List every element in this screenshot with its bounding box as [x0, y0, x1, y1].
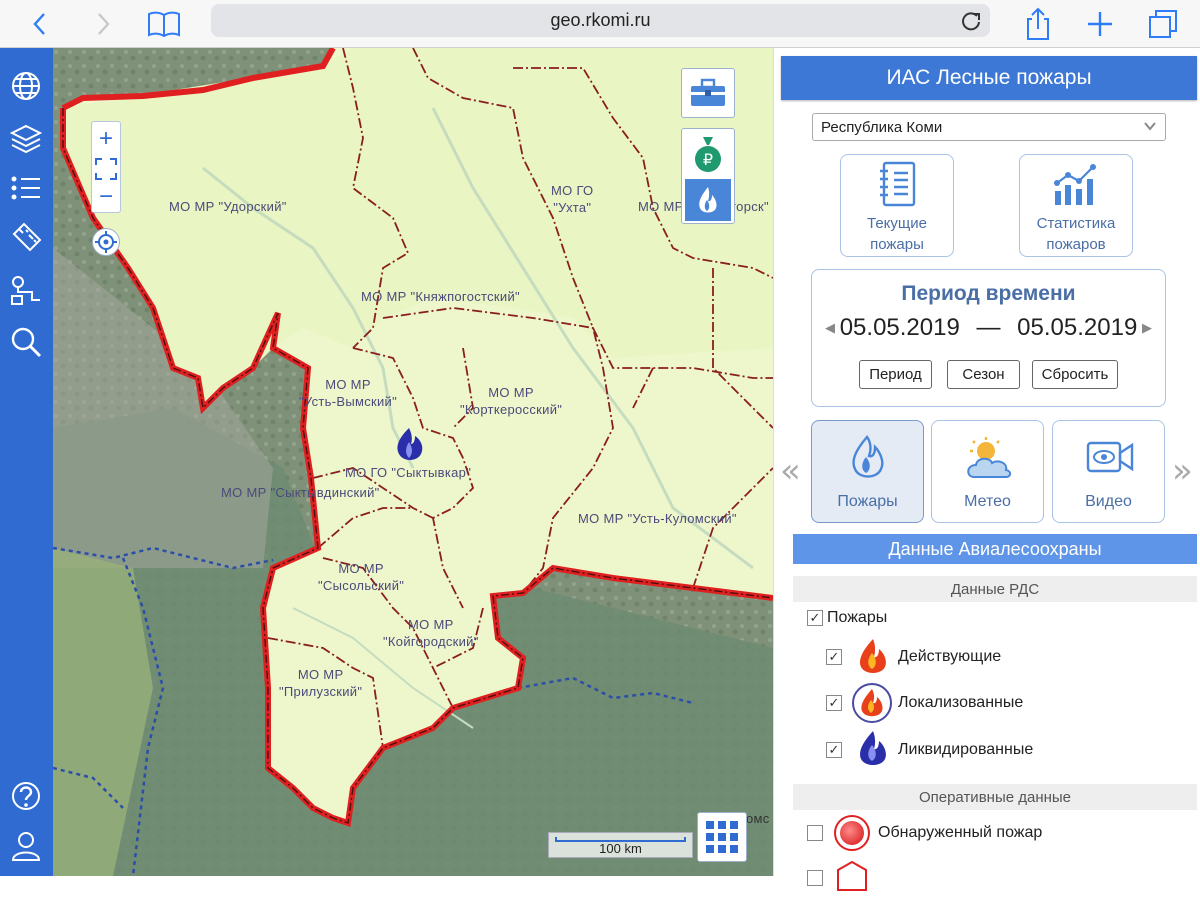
video-camera-icon — [1086, 437, 1134, 482]
notebook-icon — [878, 161, 918, 212]
period-title: Период времени — [901, 282, 1076, 305]
next-item-checkbox[interactable] — [807, 870, 823, 886]
address-bar[interactable]: geo.rkomi.ru — [211, 4, 990, 37]
money-bag-icon[interactable]: ₽ — [686, 133, 730, 175]
tab-fires[interactable]: Пожары — [811, 420, 924, 523]
fire-stats-card[interactable]: Статистика пожаров — [1019, 154, 1133, 257]
tab-meteo-label: Метео — [964, 493, 1011, 510]
weather-icon — [964, 435, 1014, 486]
next-item-icon — [836, 860, 868, 892]
tab-meteo[interactable]: Метео — [931, 420, 1044, 523]
prev-tabs-icon[interactable]: « — [780, 451, 801, 491]
fires-group-label: Пожары — [827, 609, 888, 626]
share-icon[interactable] — [1020, 6, 1056, 42]
label-udorsky: МО МР "Удорский" — [169, 199, 287, 214]
tab-fires-label: Пожары — [837, 493, 898, 510]
label-koygorodsky: МО МР "Койгородский" — [383, 617, 479, 649]
liquidated-fires-label: Ликвидированные — [898, 741, 1034, 758]
period-box: Период времени ◀ 05.05.2019 — 05.05.2019… — [811, 269, 1166, 407]
active-fires-label: Действующие — [898, 648, 1002, 665]
fires-checkbox[interactable]: ✓ — [807, 610, 823, 626]
label-ukhta: МО ГО "Ухта" — [551, 183, 594, 215]
map-canvas — [53, 48, 773, 876]
liquidated-fire-icon — [856, 730, 890, 773]
toolbox-icon[interactable] — [681, 68, 735, 118]
back-icon[interactable] — [22, 6, 58, 42]
rds-header: Данные РДС — [793, 576, 1197, 602]
new-tab-icon[interactable] — [1082, 6, 1118, 42]
grid-icon[interactable] — [697, 812, 747, 862]
tabs-icon[interactable] — [1145, 6, 1181, 42]
list-icon[interactable] — [8, 170, 44, 206]
svg-text:₽: ₽ — [703, 150, 713, 169]
reload-icon[interactable] — [960, 10, 982, 32]
detected-fire-label: Обнаруженный пожар — [878, 824, 1043, 841]
region-select-value: Республика Коми — [821, 118, 943, 136]
detected-fire-checkbox[interactable] — [807, 825, 823, 841]
tab-video-label: Видео — [1085, 493, 1132, 510]
layers-icon[interactable] — [8, 120, 44, 156]
browser-toolbar: geo.rkomi.ru — [0, 0, 1200, 48]
detected-fire-icon — [834, 815, 870, 851]
chevron-down-icon — [1143, 119, 1157, 136]
tab-video[interactable]: Видео — [1052, 420, 1165, 523]
localized-fire-icon — [852, 683, 892, 723]
fire-layer-icon[interactable] — [685, 179, 731, 221]
active-fires-checkbox[interactable]: ✓ — [826, 649, 842, 665]
help-icon[interactable] — [8, 778, 44, 814]
route-icon[interactable] — [8, 272, 44, 308]
label-sysolsky: МО МР "Сысольский" — [318, 561, 405, 593]
right-panel: ИАС Лесные пожары Республика Коми Текущи… — [773, 48, 1200, 891]
next-tabs-icon[interactable]: » — [1172, 451, 1193, 491]
zoom-in-button[interactable]: + — [92, 124, 120, 154]
label-syktyvkar: МО ГО "Сыктывкар" — [345, 465, 472, 480]
date-separator: — — [976, 314, 1001, 341]
search-icon[interactable] — [8, 324, 44, 360]
period-button[interactable]: Период — [859, 360, 932, 389]
left-sidebar — [0, 48, 53, 876]
chart-icon — [1053, 161, 1101, 212]
globe-icon[interactable] — [8, 68, 44, 104]
zoom-control: + − — [91, 121, 121, 213]
current-fires-label: Текущие пожары — [867, 215, 927, 253]
fire-icon — [849, 435, 885, 486]
date-to[interactable]: 05.05.2019 — [1017, 314, 1137, 341]
label-edge: омс — [746, 811, 770, 826]
operational-header: Оперативные данные — [793, 784, 1197, 810]
fire-stats-label: Статистика пожаров — [1036, 215, 1116, 253]
label-ust-vymsky: МО МР "Усть-Вымский" — [299, 377, 398, 409]
reset-button[interactable]: Сбросить — [1032, 360, 1118, 389]
period-dates: 05.05.2019 — 05.05.2019 — [812, 314, 1165, 342]
liquidated-fires-checkbox[interactable]: ✓ — [826, 742, 842, 758]
locate-icon[interactable] — [92, 228, 120, 256]
label-knyazhpogostsky: МО МР "Княжпогостский" — [361, 289, 520, 304]
label-syktyvdinsky: МО МР "Сыктывдинский" — [221, 485, 380, 500]
label-kortkerossky: МО МР "Корткеросский" — [460, 385, 563, 417]
forward-icon[interactable] — [85, 6, 121, 42]
url-text: geo.rkomi.ru — [550, 10, 651, 30]
zoom-out-button[interactable]: − — [92, 182, 120, 212]
overlay-toggle-group: ₽ — [681, 128, 735, 224]
current-fires-card[interactable]: Текущие пожары — [840, 154, 954, 257]
period-next-icon[interactable]: ▶ — [1142, 320, 1152, 336]
scale-label: 100 km — [599, 841, 642, 856]
region-select[interactable]: Республика Коми — [812, 113, 1166, 141]
date-from[interactable]: 05.05.2019 — [840, 314, 960, 341]
label-ust-kulomsky: МО МР "Усть-Куломский" — [578, 511, 737, 526]
localized-fires-label: Локализованные — [898, 694, 1024, 711]
user-icon[interactable] — [8, 828, 44, 864]
fullscreen-icon[interactable] — [92, 154, 120, 184]
season-button[interactable]: Сезон — [947, 360, 1020, 389]
localized-fires-checkbox[interactable]: ✓ — [826, 695, 842, 711]
active-fire-icon — [856, 638, 890, 681]
map-view[interactable]: МО МР "Удорский" МО ГО "Ухта" МО МР "Сос… — [53, 48, 773, 876]
bookmarks-icon[interactable] — [146, 6, 182, 42]
panel-title: ИАС Лесные пожары — [781, 56, 1197, 100]
label-priluzsky: МО МР "Прилузский" — [279, 667, 363, 699]
ruler-icon[interactable] — [8, 220, 44, 256]
section-header: Данные Авиалесоохраны — [793, 534, 1197, 564]
scale-bar: 100 km — [548, 832, 693, 858]
